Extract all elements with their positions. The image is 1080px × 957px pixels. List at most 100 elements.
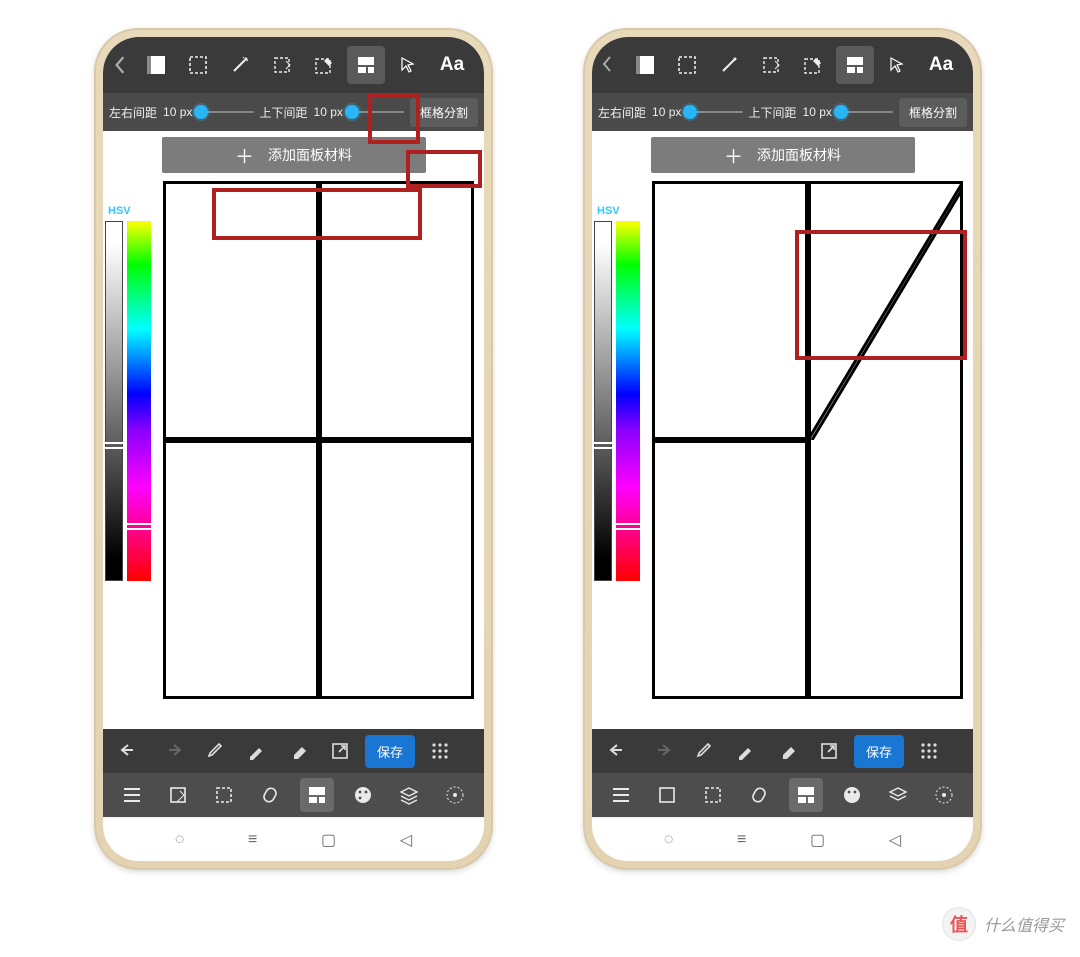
mid-toolbar: 保存 — [103, 729, 484, 773]
rotate-icon[interactable] — [253, 778, 287, 812]
nav-assistant-icon[interactable]: ◌ — [664, 831, 674, 849]
hue-slider[interactable] — [127, 221, 151, 581]
redo-icon[interactable] — [155, 734, 189, 768]
nav-recents-icon[interactable]: ≡ — [248, 831, 257, 849]
nav-recents-icon[interactable]: ≡ — [737, 831, 746, 849]
crop-icon[interactable] — [263, 46, 301, 84]
phone-mockup-left: Aa 左右间距 10 px 上下间距 10 px 框格分割 ＋ 添加面板材料 — [94, 28, 493, 870]
phone-mockup-right: Aa 左右间距10 px 上下间距10 px 框格分割 ＋ 添加面板材料 HSV — [583, 28, 982, 870]
eyedropper-icon[interactable] — [197, 734, 231, 768]
marquee-icon[interactable] — [668, 46, 706, 84]
value-slider[interactable] — [594, 221, 612, 581]
add-panel-label: 添加面板材料 — [268, 145, 352, 165]
selection-icon[interactable] — [696, 778, 730, 812]
erase-select-icon[interactable] — [305, 46, 343, 84]
target-icon[interactable] — [927, 778, 961, 812]
panel-split-button[interactable]: 框格分割 — [899, 98, 967, 127]
panel-tool2-icon[interactable] — [789, 778, 823, 812]
eraser-icon[interactable] — [770, 734, 804, 768]
v-spacing-value: 10 px — [314, 105, 343, 119]
hsv-mode-label: HSV — [597, 205, 620, 217]
crop-icon[interactable] — [752, 46, 790, 84]
palette-icon[interactable] — [835, 778, 869, 812]
canvas-area[interactable]: HSV — [103, 175, 484, 729]
open-external-icon[interactable] — [323, 734, 357, 768]
screen-right: Aa 左右间距10 px 上下间距10 px 框格分割 ＋ 添加面板材料 HSV — [592, 37, 973, 861]
eyedropper-icon[interactable] — [686, 734, 720, 768]
cursor-icon[interactable] — [878, 46, 916, 84]
bottom-toolbar — [103, 773, 484, 817]
android-nav-bar: ◌ ≡ ▢ ◁ — [103, 817, 484, 861]
edit-icon[interactable] — [161, 778, 195, 812]
nav-back-icon[interactable]: ◁ — [889, 830, 901, 850]
layers-icon[interactable] — [881, 778, 915, 812]
rotate-icon[interactable] — [742, 778, 776, 812]
marquee-icon[interactable] — [179, 46, 217, 84]
vertical-spacing-slider[interactable]: 上下间距10 px — [749, 104, 894, 121]
back-chevron-icon[interactable] — [596, 37, 622, 93]
android-nav-bar: ◌ ≡ ▢ ◁ — [592, 817, 973, 861]
nav-home-icon[interactable]: ▢ — [321, 830, 336, 850]
pencil-icon[interactable] — [728, 734, 762, 768]
v-spacing-label: 上下间距 — [260, 104, 308, 121]
panel-spacing-bar: 左右间距 10 px 上下间距 10 px 框格分割 — [103, 93, 484, 131]
h-spacing-value: 10 px — [163, 105, 192, 119]
cursor-icon[interactable] — [389, 46, 427, 84]
text-tool-button[interactable]: Aa — [433, 46, 471, 84]
vertical-spacing-slider[interactable]: 上下间距 10 px — [260, 104, 405, 121]
comic-panel-grid — [652, 181, 963, 699]
horizontal-spacing-slider[interactable]: 左右间距 10 px — [109, 104, 254, 121]
palette-icon[interactable] — [346, 778, 380, 812]
panel-split-button[interactable]: 框格分割 — [410, 98, 478, 127]
undo-icon[interactable] — [113, 734, 147, 768]
hsv-mode-label: HSV — [108, 205, 131, 217]
plus-icon: ＋ — [235, 142, 254, 169]
screen-left: Aa 左右间距 10 px 上下间距 10 px 框格分割 ＋ 添加面板材料 — [103, 37, 484, 861]
menu-icon[interactable] — [604, 778, 638, 812]
add-panel-material-button[interactable]: ＋ 添加面板材料 — [651, 137, 915, 173]
plus-icon: ＋ — [724, 142, 743, 169]
top-toolbar: Aa — [592, 37, 973, 93]
wand-icon[interactable] — [221, 46, 259, 84]
open-external-icon[interactable] — [812, 734, 846, 768]
panel-tool-icon[interactable] — [836, 46, 874, 84]
bottom-toolbar — [592, 773, 973, 817]
save-button[interactable]: 保存 — [365, 735, 415, 768]
mid-toolbar: 保存 — [592, 729, 973, 773]
comic-panel-grid — [163, 181, 474, 699]
panel-tool2-icon[interactable] — [300, 778, 334, 812]
panel-tool-icon[interactable] — [347, 46, 385, 84]
back-chevron-icon[interactable] — [107, 37, 133, 93]
h-spacing-label: 左右间距 — [109, 104, 157, 121]
target-icon[interactable] — [438, 778, 472, 812]
hue-slider[interactable] — [616, 221, 640, 581]
nav-home-icon[interactable]: ▢ — [810, 830, 825, 850]
more-grid-icon[interactable] — [912, 734, 946, 768]
watermark: 值 什么值得买 — [942, 907, 1064, 941]
menu-icon[interactable] — [115, 778, 149, 812]
pencil-icon[interactable] — [239, 734, 273, 768]
horizontal-spacing-slider[interactable]: 左右间距10 px — [598, 104, 743, 121]
shape-tool-icon[interactable] — [137, 46, 175, 84]
watermark-text: 什么值得买 — [984, 912, 1064, 936]
edit-icon[interactable] — [650, 778, 684, 812]
undo-icon[interactable] — [602, 734, 636, 768]
nav-assistant-icon[interactable]: ◌ — [175, 831, 185, 849]
watermark-badge: 值 — [942, 907, 976, 941]
wand-icon[interactable] — [710, 46, 748, 84]
add-panel-label: 添加面板材料 — [757, 145, 841, 165]
erase-select-icon[interactable] — [794, 46, 832, 84]
more-grid-icon[interactable] — [423, 734, 457, 768]
layers-icon[interactable] — [392, 778, 426, 812]
text-tool-button[interactable]: Aa — [922, 46, 960, 84]
eraser-icon[interactable] — [281, 734, 315, 768]
panel-spacing-bar: 左右间距10 px 上下间距10 px 框格分割 — [592, 93, 973, 131]
save-button[interactable]: 保存 — [854, 735, 904, 768]
shape-tool-icon[interactable] — [626, 46, 664, 84]
redo-icon[interactable] — [644, 734, 678, 768]
selection-icon[interactable] — [207, 778, 241, 812]
add-panel-material-button[interactable]: ＋ 添加面板材料 — [162, 137, 426, 173]
nav-back-icon[interactable]: ◁ — [400, 830, 412, 850]
value-slider[interactable] — [105, 221, 123, 581]
canvas-area[interactable]: HSV — [592, 175, 973, 729]
